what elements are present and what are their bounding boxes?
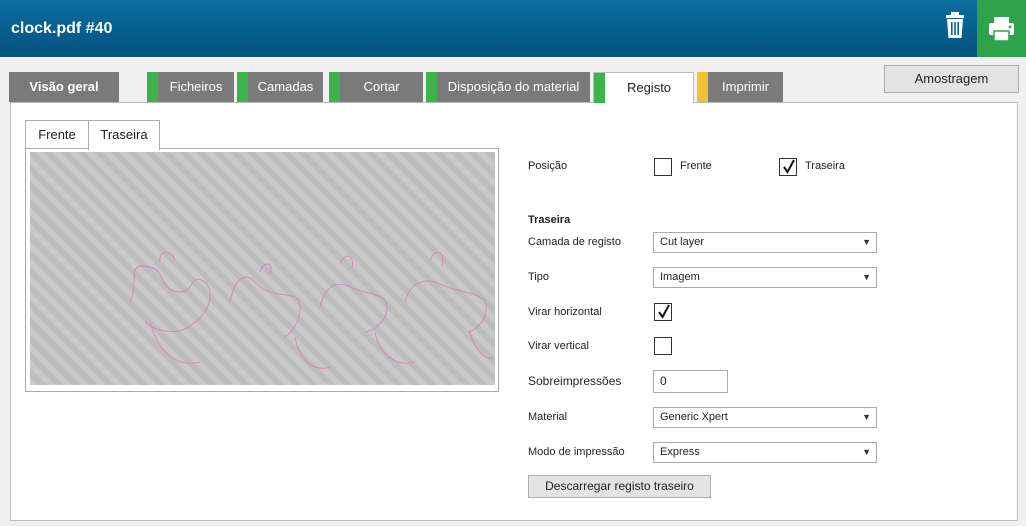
download-back-registration-button[interactable]: Descarregar registo traseiro [528,475,711,498]
checkmark-icon [658,304,670,319]
position-label: Posição [528,160,568,172]
tab-label: Imprimir [722,79,769,94]
position-front-checkbox[interactable] [654,158,672,176]
subtab-back[interactable]: Traseira [88,120,160,150]
material-label: Material [528,411,568,423]
register-layer-select[interactable]: Cut layer ▼ [653,232,877,253]
type-label: Tipo [528,271,549,283]
flip-horizontal-label: Virar horizontal [528,306,602,318]
tab-files[interactable]: Ficheiros [147,72,234,102]
dropdown-arrow-icon: ▼ [862,412,871,422]
tab-status-indicator [237,72,248,102]
print-button[interactable] [977,0,1026,57]
material-value: Generic Xpert [660,411,728,423]
position-back-checkbox[interactable] [779,158,797,176]
tab-registration[interactable]: Registo [593,72,694,103]
trash-icon [946,12,964,38]
subtab-front[interactable]: Frente [25,120,89,149]
tab-label: Registo [626,80,672,95]
registration-preview [30,152,495,385]
tab-status-indicator [426,72,437,102]
document-title: clock.pdf #40 [11,20,113,37]
tab-label: Cortar [363,79,400,94]
material-select[interactable]: Generic Xpert ▼ [653,407,877,428]
app-header: clock.pdf #40 [0,0,1026,57]
type-value: Imagem [660,271,700,283]
tab-status-indicator [147,72,158,102]
print-mode-value: Express [660,446,700,458]
overprints-label: Sobreimpressões [528,374,622,388]
printer-icon [989,17,1014,42]
register-layer-label: Camada de registo [528,236,621,248]
tab-status-indicator [329,72,340,102]
print-mode-label: Modo de impressão [528,446,625,458]
sampling-button[interactable]: Amostragem [884,65,1019,93]
flip-vertical-checkbox[interactable] [654,337,672,355]
tab-material-layout[interactable]: Disposição do material [426,72,590,102]
tab-cut[interactable]: Cortar [329,72,423,102]
overprints-input[interactable]: 0 [653,370,728,393]
position-front-label: Frente [680,160,712,172]
print-mode-select[interactable]: Express ▼ [653,442,877,463]
tab-print[interactable]: Imprimir [697,72,783,102]
delete-button[interactable] [936,7,974,45]
flip-vertical-label: Virar vertical [528,340,589,352]
flip-horizontal-checkbox[interactable] [654,303,672,321]
tab-label: Visão geral [29,79,99,94]
position-back-label: Traseira [805,160,845,172]
clock-outline-artwork [129,251,493,369]
tab-label: Camadas [257,79,314,94]
register-layer-value: Cut layer [660,236,705,248]
tab-status-indicator [594,73,605,103]
tab-overview[interactable]: Visão geral [9,72,119,102]
tab-status-indicator [697,72,708,102]
tab-label: Disposição do material [447,79,580,94]
dropdown-arrow-icon: ▼ [862,237,871,247]
checkmark-icon [783,159,795,174]
tab-layers[interactable]: Camadas [237,72,323,102]
tab-label: Ficheiros [169,79,223,94]
section-title-back: Traseira [528,214,571,226]
dropdown-arrow-icon: ▼ [862,447,871,457]
type-select[interactable]: Imagem ▼ [653,267,877,288]
dropdown-arrow-icon: ▼ [862,272,871,282]
